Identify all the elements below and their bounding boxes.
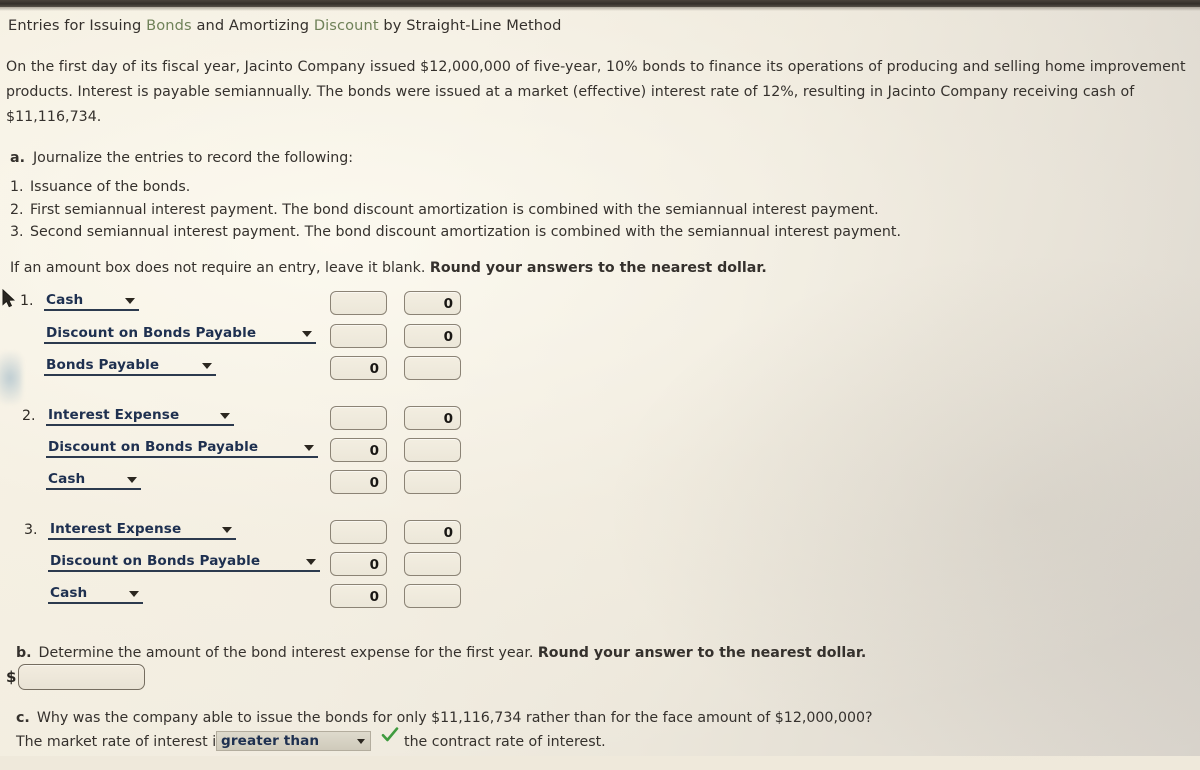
problem-paragraph: On the first day of its fiscal year, Jac… [6, 59, 1186, 125]
amount-box-note: If an amount box does not require an ent… [10, 260, 767, 276]
entry-2-credit-3[interactable] [404, 470, 461, 494]
entry-1-credit-3[interactable] [404, 356, 461, 380]
entry-2-account-label-3: Cash [48, 471, 86, 487]
chevron-down-icon [306, 559, 316, 565]
entry-2-credit-1[interactable]: 0 [404, 406, 461, 430]
chevron-down-icon [302, 331, 312, 337]
part-a-prompt: a. Journalize the entries to record the f… [10, 150, 353, 166]
item-2-text: First semiannual interest payment. The b… [30, 202, 879, 218]
entry-3-debit-1[interactable] [330, 520, 387, 544]
glossary-link-bonds[interactable]: Bonds [146, 17, 192, 34]
part-a-item-1: 1. Issuance of the bonds. [10, 179, 190, 195]
entry-2-account-select-2[interactable]: Discount on Bonds Payable [46, 438, 318, 458]
entry-1-account-select-2[interactable]: Discount on Bonds Payable [44, 324, 316, 344]
entry-1-debit-2[interactable] [330, 324, 387, 348]
part-b-prompt: b. Determine the amount of the bond inter… [16, 645, 866, 661]
part-a-item-3: 3. Second semiannual interest payment. Th… [10, 224, 901, 240]
mouse-pointer-icon [2, 288, 18, 313]
entry-1-credit-1[interactable]: 0 [404, 291, 461, 315]
part-c-sentence-start: The market rate of interest is [16, 734, 224, 750]
title-text-1: Entries for Issuing [8, 17, 147, 34]
title-text-3: by Straight-Line Method [378, 17, 562, 34]
entry-3-account-select-1[interactable]: Interest Expense [48, 520, 236, 540]
part-b-marker: b. [16, 645, 32, 661]
entry-2-account-select-3[interactable]: Cash [46, 470, 141, 490]
part-c-comparison-select[interactable]: greater than [216, 731, 371, 751]
entry-2-account-label-2: Discount on Bonds Payable [48, 439, 259, 455]
note-plain-text: If an amount box does not require an ent… [10, 260, 430, 276]
entry-1-account-label-2: Discount on Bonds Payable [46, 325, 257, 341]
entry-2-debit-1[interactable] [330, 406, 387, 430]
entry-1-credit-2[interactable]: 0 [404, 324, 461, 348]
chevron-down-icon [127, 477, 137, 483]
entry-3-credit-3[interactable] [404, 584, 461, 608]
part-c-prompt-text: Why was the company able to issue the bo… [36, 710, 873, 726]
entry-3-account-label-1: Interest Expense [50, 521, 182, 537]
entry-3-account-select-3[interactable]: Cash [48, 584, 143, 604]
part-b-answer-input[interactable] [18, 664, 145, 690]
entry-1-debit-1[interactable] [330, 291, 387, 315]
entry-1-account-select-3[interactable]: Bonds Payable [44, 356, 216, 376]
note-bold-text: Round your answers to the nearest dollar… [429, 260, 767, 276]
entry-1-debit-3[interactable]: 0 [330, 356, 387, 380]
entry-3-account-select-2[interactable]: Discount on Bonds Payable [48, 552, 320, 572]
entry-1-account-label-3: Bonds Payable [46, 357, 160, 373]
chevron-down-icon [357, 739, 365, 744]
entry-1-number: 1. [20, 293, 34, 309]
entry-2-debit-3[interactable]: 0 [330, 470, 387, 494]
entry-2-credit-2[interactable] [404, 438, 461, 462]
currency-symbol: $ [6, 668, 17, 686]
part-c-marker: c. [16, 710, 30, 726]
item-1-text: Issuance of the bonds. [30, 179, 191, 195]
check-icon [381, 726, 399, 748]
part-a-item-2: 2. First semiannual interest payment. The… [10, 202, 879, 218]
part-c-selected-option: greater than [221, 733, 320, 749]
entry-2-account-select-1[interactable]: Interest Expense [46, 406, 234, 426]
page-title: Entries for Issuing Bonds and Amortizing… [8, 17, 562, 34]
item-2-number: 2. [10, 202, 24, 218]
part-a-marker: a. [10, 150, 25, 166]
entry-2-number: 2. [22, 408, 36, 424]
entry-3-credit-2[interactable] [404, 552, 461, 576]
part-b-prompt-bold: Round your answer to the nearest dollar. [537, 645, 867, 661]
entry-3-debit-2[interactable]: 0 [330, 552, 387, 576]
part-c-prompt: c. Why was the company able to issue the … [16, 710, 873, 726]
entry-3-credit-1[interactable]: 0 [404, 520, 461, 544]
entry-1-account-select-1[interactable]: Cash [44, 291, 139, 311]
chevron-down-icon [125, 298, 135, 304]
part-b-prompt-text: Determine the amount of the bond interes… [38, 645, 538, 661]
entry-2-account-label-1: Interest Expense [48, 407, 180, 423]
part-a-prompt-text: Journalize the entries to record the fol… [32, 150, 354, 166]
chevron-down-icon [129, 591, 139, 597]
glossary-link-discount[interactable]: Discount [314, 17, 379, 34]
item-3-text: Second semiannual interest payment. The … [30, 224, 901, 240]
part-c-sentence-end: the contract rate of interest. [404, 734, 606, 750]
chevron-down-icon [220, 413, 230, 419]
entry-3-number: 3. [24, 522, 38, 538]
entry-3-account-label-3: Cash [50, 585, 88, 601]
item-3-number: 3. [10, 224, 24, 240]
chevron-down-icon [202, 363, 212, 369]
entry-3-debit-3[interactable]: 0 [330, 584, 387, 608]
entry-3-account-label-2: Discount on Bonds Payable [50, 553, 261, 569]
chevron-down-icon [222, 527, 232, 533]
item-1-number: 1. [10, 179, 24, 195]
entry-2-debit-2[interactable]: 0 [330, 438, 387, 462]
chevron-down-icon [304, 445, 314, 451]
title-text-2: and Amortizing [191, 17, 314, 34]
entry-1-account-label-1: Cash [46, 292, 84, 308]
